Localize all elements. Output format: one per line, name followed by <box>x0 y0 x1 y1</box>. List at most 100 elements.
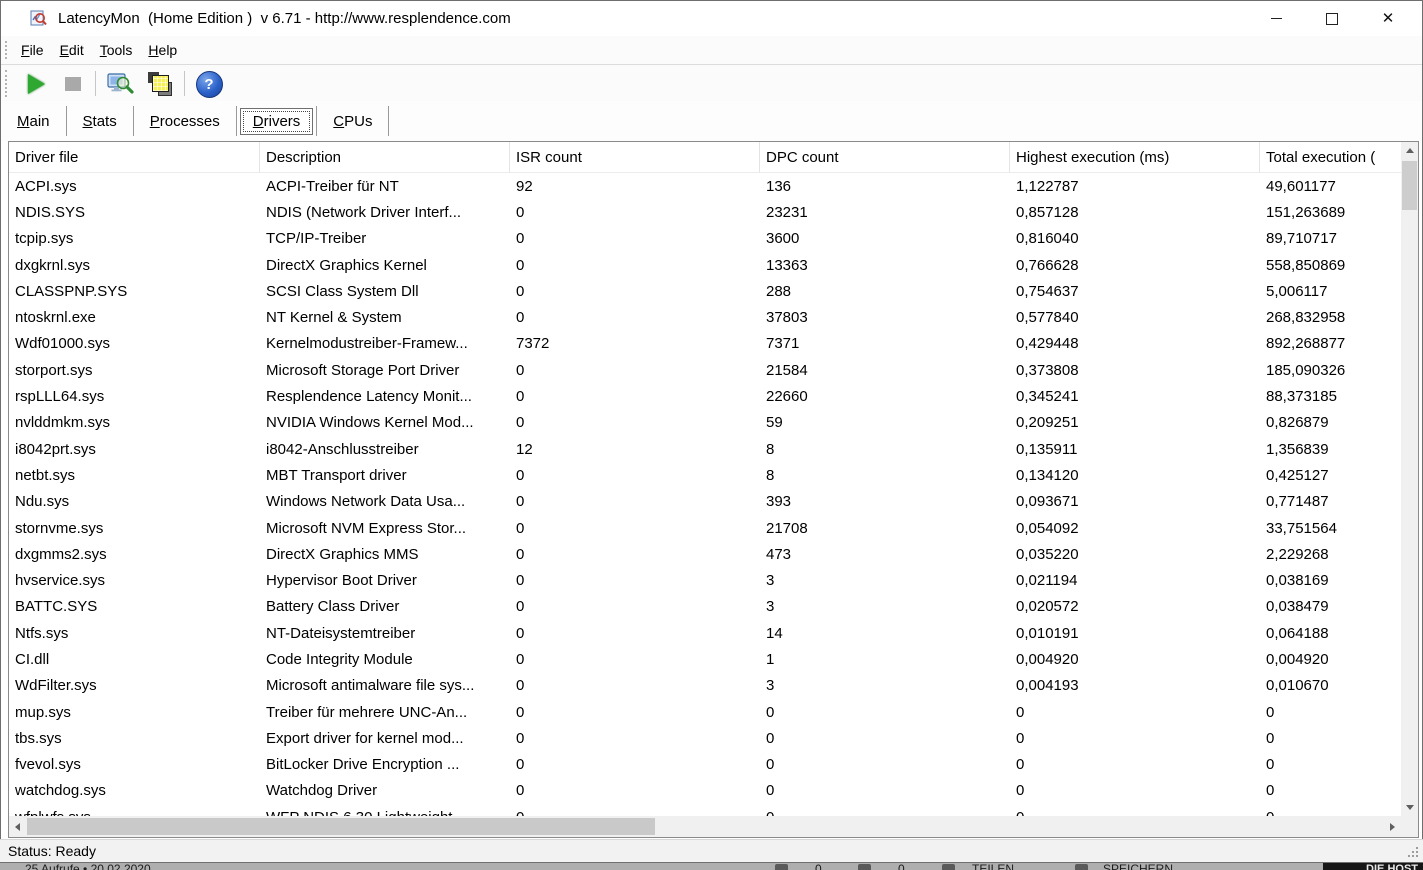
table-cell: 0 <box>516 203 525 221</box>
table-cell: 0 <box>516 388 525 406</box>
column-header-driver-file[interactable]: Driver file <box>9 142 260 173</box>
table-cell: 0 <box>516 624 525 642</box>
table-row[interactable]: netbt.sys MBT Transport driver 0 8 0,134120 0… <box>9 462 1418 488</box>
share-icon[interactable] <box>942 864 955 870</box>
stop-monitor-button[interactable] <box>58 69 88 99</box>
table-cell: 1 <box>766 650 775 668</box>
column-header-isr-count[interactable]: ISR count <box>510 142 760 173</box>
table-row[interactable]: rspLLL64.sys Resplendence Latency Monit..… <box>9 383 1418 409</box>
scroll-left-button[interactable] <box>9 816 26 837</box>
scroll-up-icon <box>1405 148 1414 153</box>
table-cell: 0 <box>516 650 525 668</box>
table-row[interactable]: dxgkrnl.sys DirectX Graphics Kernel 0 13363… <box>9 252 1418 278</box>
table-cell: 0,035220 <box>1016 545 1079 563</box>
options-button[interactable] <box>105 69 135 99</box>
vertical-scrollbar-thumb[interactable] <box>1402 161 1417 210</box>
table-row[interactable]: nvlddmkm.sys NVIDIA Windows Kernel Mod...… <box>9 410 1418 436</box>
save-label[interactable]: SPEICHERN <box>1103 863 1173 870</box>
maximize-button[interactable] <box>1304 1 1360 36</box>
table-row[interactable]: Ndu.sys Windows Network Data Usa... 0 393 0,… <box>9 489 1418 515</box>
table-row[interactable]: BATTC.SYS Battery Class Driver 0 3 0,020572 0… <box>9 594 1418 620</box>
scroll-down-button[interactable] <box>1401 799 1418 816</box>
table-row[interactable]: mup.sys Treiber für mehrere UNC-An... 0 0 0 0 <box>9 699 1418 725</box>
table-cell: SCSI Class System Dll <box>266 282 419 300</box>
copy-report-button[interactable] <box>145 69 175 99</box>
table-row[interactable]: tbs.sys Export driver for kernel mod... 0 0… <box>9 725 1418 751</box>
title-bar: LatencyMon (Home Edition ) v 6.71 - http… <box>1 1 1422 36</box>
help-button[interactable]: ? <box>194 69 224 99</box>
column-header-description[interactable]: Description <box>260 142 510 173</box>
tab-separator <box>235 106 237 136</box>
vertical-scrollbar[interactable] <box>1401 142 1418 816</box>
table-row[interactable]: fvevol.sys BitLocker Drive Encryption ...… <box>9 752 1418 778</box>
share-label[interactable]: TEILEN <box>972 863 1014 870</box>
help-question-icon: ? <box>195 70 223 98</box>
table-row[interactable]: CI.dll Code Integrity Module 0 1 0,004920 0,0… <box>9 646 1418 672</box>
table-row[interactable]: dxgmms2.sys DirectX Graphics MMS 0 473 0,035… <box>9 541 1418 567</box>
tab-stats[interactable]: Stats <box>67 108 133 135</box>
table-cell: 0,004193 <box>1016 677 1079 695</box>
horizontal-scrollbar[interactable] <box>9 816 1401 837</box>
table-cell: 3600 <box>766 230 800 248</box>
toolbar-separator <box>95 71 96 96</box>
menu-help[interactable]: Help <box>140 39 185 61</box>
tab-main[interactable]: Main <box>1 108 66 135</box>
horizontal-scrollbar-thumb[interactable] <box>27 818 655 835</box>
minimize-button[interactable] <box>1248 1 1304 36</box>
table-row[interactable]: tcpip.sys TCP/IP-Treiber 0 3600 0,816040 89,7… <box>9 226 1418 252</box>
menu-file[interactable]: File <box>13 39 52 61</box>
table-row[interactable]: watchdog.sys Watchdog Driver 0 0 0 0 <box>9 778 1418 804</box>
tab-processes[interactable]: Processes <box>134 108 236 135</box>
table-cell: 0,766628 <box>1016 256 1079 274</box>
close-button[interactable]: ✕ <box>1360 1 1416 36</box>
table-row[interactable]: storport.sys Microsoft Storage Port Drive… <box>9 357 1418 383</box>
scroll-right-icon <box>1390 822 1395 831</box>
scroll-right-button[interactable] <box>1384 816 1401 837</box>
table-cell: 22660 <box>766 388 808 406</box>
table-cell: 0 <box>516 361 525 379</box>
menu-bar: File Edit Tools Help <box>1 36 1422 64</box>
table-row[interactable]: Wdf01000.sys Kernelmodustreiber-Framew...… <box>9 331 1418 357</box>
table-row[interactable]: ACPI.sys ACPI-Treiber für NT 92 136 1,122787… <box>9 173 1418 199</box>
table-row[interactable]: Ntfs.sys NT-Dateisystemtreiber 0 14 0,010191… <box>9 620 1418 646</box>
table-row[interactable]: NDIS.SYS NDIS (Network Driver Interf... 0 2… <box>9 199 1418 225</box>
table-cell: BitLocker Drive Encryption ... <box>266 756 460 774</box>
tab-separator <box>388 106 390 136</box>
table-row[interactable]: WdFilter.sys Microsoft antimalware file s… <box>9 673 1418 699</box>
table-row[interactable]: CLASSPNP.SYS SCSI Class System Dll 0 288 0,7… <box>9 278 1418 304</box>
table-cell: watchdog.sys <box>15 782 106 800</box>
column-header-total-execution[interactable]: Total execution ( <box>1260 142 1418 173</box>
table-cell: 13363 <box>766 256 808 274</box>
table-row[interactable]: hvservice.sys Hypervisor Boot Driver 0 3 0,0… <box>9 567 1418 593</box>
table-cell: netbt.sys <box>15 466 76 484</box>
menu-edit[interactable]: Edit <box>52 39 92 61</box>
scroll-left-icon <box>15 822 20 831</box>
resize-grip-icon[interactable] <box>1407 846 1419 858</box>
scroll-up-button[interactable] <box>1401 142 1418 159</box>
table-cell: 0,064188 <box>1266 624 1329 642</box>
table-cell: 0,771487 <box>1266 493 1329 511</box>
table-row[interactable]: i8042prt.sys i8042-Anschlusstreiber 12 8 0,1… <box>9 436 1418 462</box>
thumbs-up-icon[interactable] <box>775 864 788 870</box>
toolbar-gripper-icon <box>5 70 7 97</box>
table-cell: Watchdog Driver <box>266 782 378 800</box>
table-cell: dxgkrnl.sys <box>15 256 91 274</box>
column-header-highest-execution[interactable]: Highest execution (ms) <box>1010 142 1260 173</box>
table-cell: Microsoft Storage Port Driver <box>266 361 460 379</box>
table-cell: 7372 <box>516 335 550 353</box>
table-row[interactable]: ntoskrnl.exe NT Kernel & System 0 37803 0,57… <box>9 304 1418 330</box>
stop-icon <box>65 77 81 91</box>
table-cell: 0,135911 <box>1016 440 1078 458</box>
table-cell: 8 <box>766 466 775 484</box>
start-monitor-button[interactable] <box>21 69 51 99</box>
save-icon[interactable] <box>1075 864 1088 870</box>
table-row[interactable]: wfplwfs.sysWFP NDIS 6.30 Lightweight...0… <box>9 804 1418 816</box>
column-header-dpc-count[interactable]: DPC count <box>760 142 1010 173</box>
table-cell: 0 <box>516 282 525 300</box>
tab-drivers[interactable]: Drivers <box>239 107 314 135</box>
tab-cpus[interactable]: CPUs <box>317 108 388 135</box>
table-row[interactable]: stornvme.sys Microsoft NVM Express Stor..… <box>9 515 1418 541</box>
thumbs-down-icon[interactable] <box>858 864 871 870</box>
table-cell: 0,054092 <box>1016 519 1079 537</box>
menu-tools[interactable]: Tools <box>92 39 141 61</box>
